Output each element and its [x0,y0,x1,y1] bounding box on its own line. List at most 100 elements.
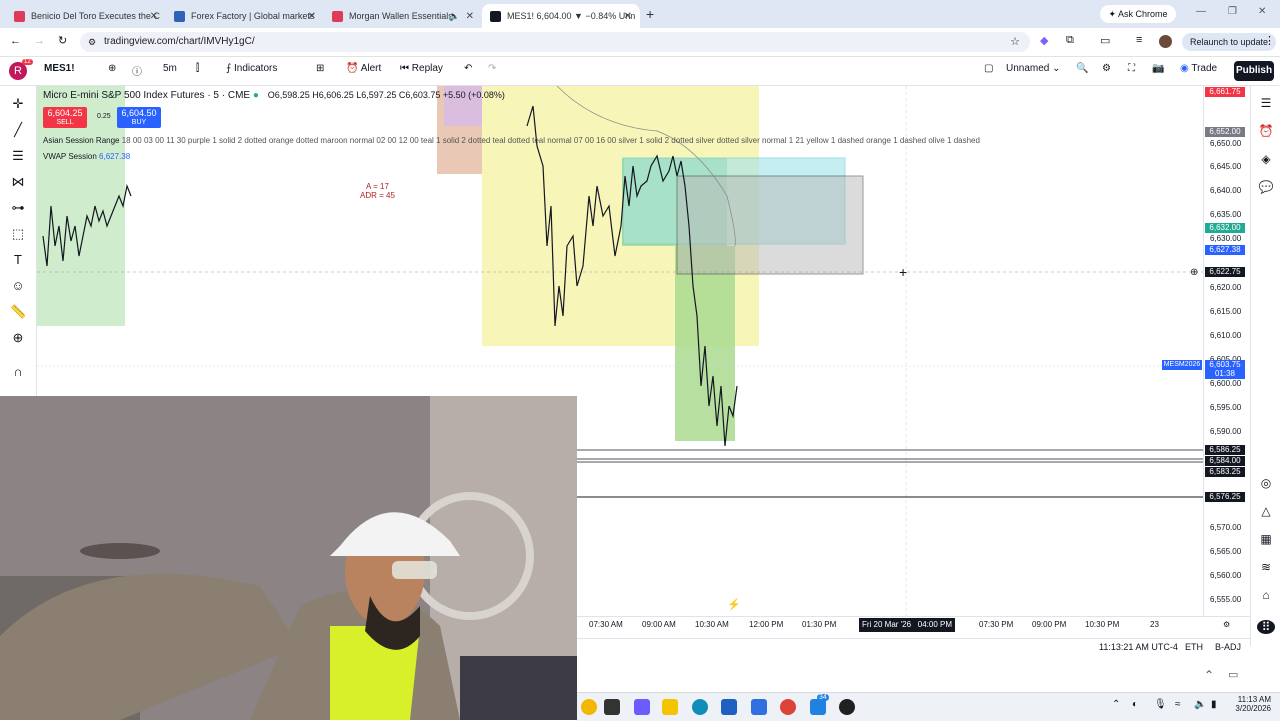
url-field[interactable]: ⚙ tradingview.com/chart/IMVHy1gC/ ☆ [80,32,1030,52]
maximize-panel-icon[interactable]: ▭ [1228,668,1238,681]
watchlist-icon[interactable]: ☰ [1258,96,1274,110]
ask-chrome-button[interactable]: ✦ Ask Chrome [1100,5,1176,23]
puzzle-icon[interactable]: ⧉ [1066,34,1074,47]
buy-button[interactable]: 6,604.50 BUY [117,107,161,128]
session-toggle[interactable]: ETH [1185,642,1203,652]
publish-button[interactable]: Publish [1234,61,1274,81]
relaunch-button[interactable]: Relaunch to update [1182,33,1277,51]
zoom-icon[interactable]: ⊕ [10,330,26,346]
forecast-icon[interactable]: ⊶ [10,200,26,216]
browser-tab[interactable]: Morgan Wallen Essentials 🔈 ✕ [324,4,482,28]
close-tab-icon[interactable]: ✕ [308,11,316,22]
close-tab-icon[interactable]: ✕ [624,11,632,22]
browser-tab[interactable]: Benicio Del Toro Executes the C ✕ [6,4,166,28]
screen-icon[interactable]: ▭ [1100,34,1110,47]
browser-tab[interactable]: Forex Factory | Global markets ✕ [166,4,324,28]
apps-grid-icon[interactable]: ⠿ [1257,620,1275,634]
indicator-legend-vwap[interactable]: VWAP Session 6,627.38 [43,152,130,161]
task-view-icon[interactable] [604,699,620,715]
maximize-icon[interactable]: ❐ [1228,6,1237,17]
compare-icon[interactable]: ⊕ [108,63,116,74]
notifications-icon[interactable]: ⌂ [1258,588,1274,602]
alert-button[interactable]: ⏰ Alert [346,63,381,74]
info-icon[interactable]: ⓘ [132,63,142,78]
shapes-icon[interactable]: ⬚ [10,226,26,242]
close-tab-icon[interactable]: ✕ [466,11,474,22]
fullscreen-icon[interactable]: ⛶ [1128,63,1135,74]
pattern-icon[interactable]: ⋈ [10,174,26,190]
camera-icon[interactable]: 📷 [1152,63,1164,74]
symbol-search-button[interactable]: MES1! [44,63,75,74]
undo-icon[interactable]: ↶ [464,63,472,74]
add-alert-icon[interactable]: ⊕ [1190,267,1198,278]
close-window-icon[interactable]: ✕ [1258,6,1266,17]
candles-icon[interactable]: ⫿ [196,63,199,74]
site-info-icon[interactable]: ⚙ [88,32,96,52]
copilot-icon[interactable] [634,699,650,715]
trade-button[interactable]: ◉ Trade [1180,63,1217,74]
media-icon[interactable]: ≡ [1136,34,1142,46]
layers-icon[interactable]: ◈ [1258,152,1274,166]
price-label: 6,595.00 [1210,403,1242,412]
file-explorer-icon[interactable] [662,699,678,715]
chat-icon[interactable]: 💬 [1258,180,1274,194]
wifi-icon[interactable]: ≈ [1175,699,1181,710]
edge-icon[interactable] [692,699,708,715]
kebab-menu-icon[interactable]: ⋮ [1264,34,1275,47]
bookmark-star-icon[interactable]: ☆ [1010,32,1020,52]
ideas-icon[interactable]: △ [1258,504,1274,518]
text-icon[interactable]: T [10,252,26,268]
alerts-icon[interactable]: ⏰ [1258,124,1274,138]
forward-icon[interactable]: → [34,35,45,47]
minimize-icon[interactable]: — [1196,6,1206,17]
settings-gear-icon[interactable]: ⚙ [1102,63,1111,74]
weather-icon[interactable] [581,699,597,715]
browser-tab-active[interactable]: MES1! 6,604.00 ▼ −0.84% Unn ✕ [482,4,640,28]
extension-icon[interactable]: ◆ [1040,34,1048,47]
battery-icon[interactable]: ▮ [1211,699,1217,710]
indicator-legend-asian[interactable]: Asian Session Range 18 00 03 00 11 30 pu… [43,136,980,145]
templates-icon[interactable]: ⊞ [316,63,324,74]
back-icon[interactable]: ← [10,35,21,47]
chrome-icon[interactable] [780,699,796,715]
tray-chevron-icon[interactable]: ⌃ [1112,699,1120,710]
volume-icon[interactable]: 🔈 [1194,699,1206,710]
close-tab-icon[interactable]: ✕ [150,11,158,22]
reload-icon[interactable]: ↻ [58,34,67,47]
mic-icon[interactable]: 🎙 [1154,699,1167,710]
teams-icon[interactable] [810,699,826,715]
outlook-icon[interactable] [751,699,767,715]
store-icon[interactable] [721,699,737,715]
crosshair-icon[interactable]: ✛ [10,96,26,112]
time-axis[interactable]: 07:30 AM 09:00 AM 10:30 AM 12:00 PM 01:3… [577,616,1250,633]
chevron-up-icon[interactable]: ⌃ [1204,668,1214,682]
magnet-icon[interactable]: ∩ [10,364,26,380]
streams-icon[interactable]: ≋ [1258,560,1274,574]
event-marker-icon[interactable]: ⚡ [727,598,741,611]
tray-app-icon[interactable]: ◐ [1132,699,1138,710]
indicators-button[interactable]: ⨍ Indicators [226,63,277,74]
sell-button[interactable]: 6,604.25 SELL [43,107,87,128]
app-icon[interactable] [839,699,855,715]
layout-icon[interactable]: ▢ [984,63,993,74]
fib-icon[interactable]: ☰ [10,148,26,164]
drawing-toolbar: ✛ ╱ ☰ ⋈ ⊶ ⬚ T ☺ 📏 ⊕ ∩ [0,86,37,396]
layout-name-button[interactable]: Unnamed ⌄ [1006,63,1061,74]
emoji-icon[interactable]: ☺ [10,278,26,294]
target-icon[interactable]: ◎ [1258,476,1274,490]
calendar-icon[interactable]: ▦ [1258,532,1274,546]
redo-icon[interactable]: ↷ [488,63,496,74]
settings-icon[interactable]: ⚙ [1223,620,1230,629]
taskbar-clock[interactable]: 11:13 AM 3/20/2026 [1227,695,1271,713]
search-icon[interactable]: 🔍 [1076,63,1088,74]
replay-button[interactable]: ⏮ Replay [400,63,443,74]
clock-text[interactable]: 11:13:21 AM UTC-4 [1099,642,1178,652]
new-tab-button[interactable]: + [646,6,654,22]
price-axis[interactable]: 6,650.00 6,645.00 6,640.00 6,635.00 6,63… [1203,86,1251,616]
ruler-icon[interactable]: 📏 [10,304,26,320]
interval-button[interactable]: 5m [163,63,177,74]
audio-icon[interactable]: 🔈 [449,11,460,22]
trendline-icon[interactable]: ╱ [10,122,26,138]
adjustment-toggle[interactable]: B-ADJ [1215,642,1241,652]
profile-avatar[interactable] [1159,35,1172,48]
